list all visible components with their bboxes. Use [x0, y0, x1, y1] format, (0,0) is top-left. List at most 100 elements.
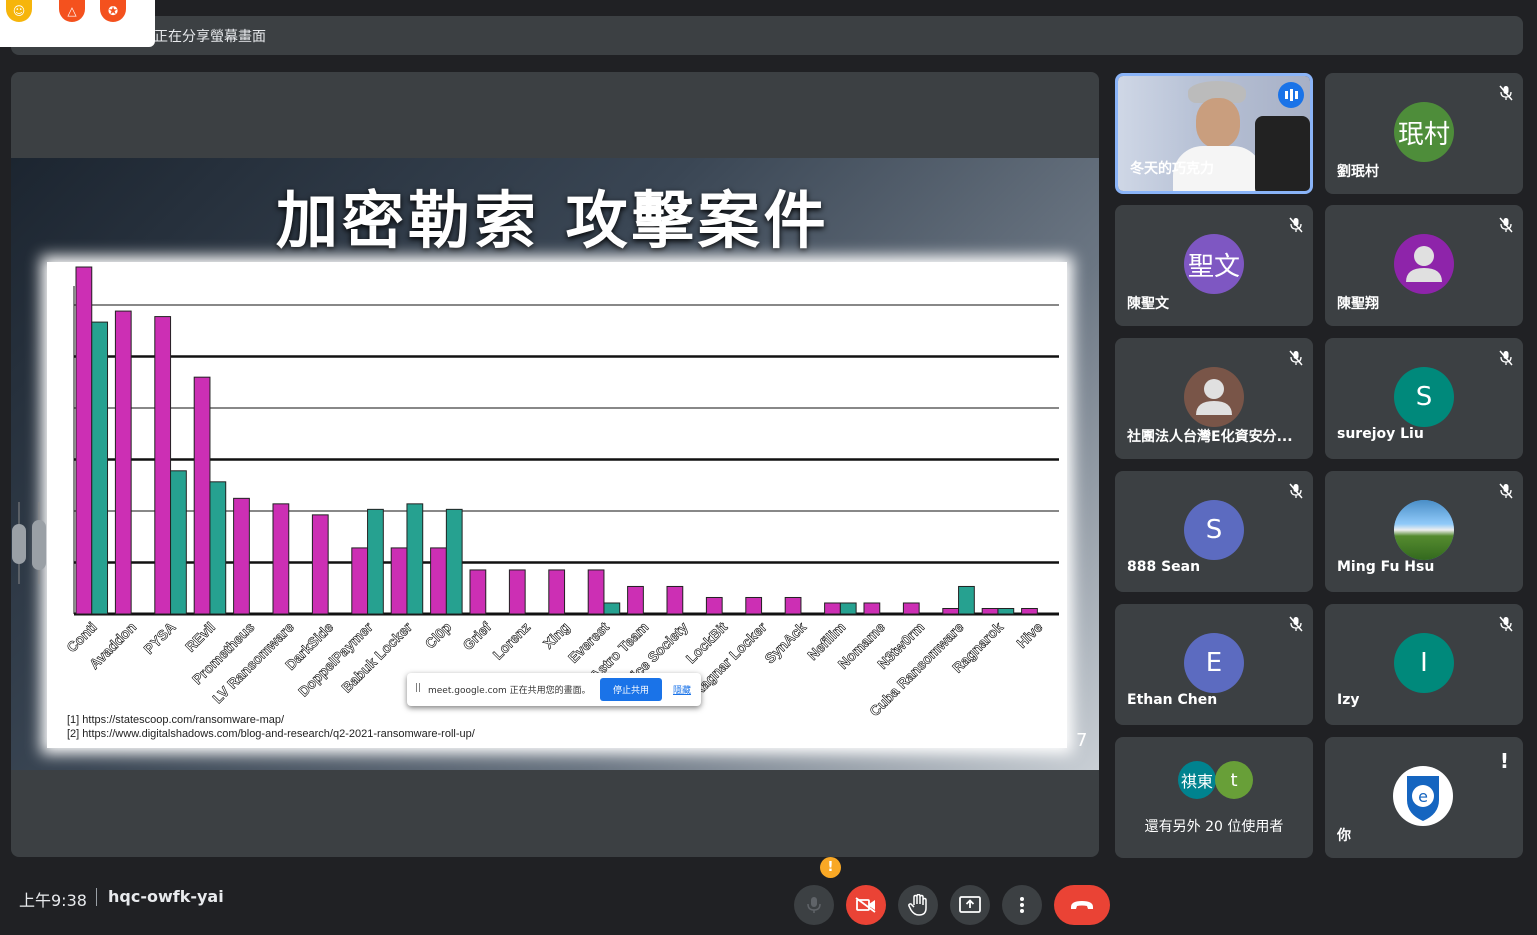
participant-name: Ming Fu Hsu [1337, 559, 1435, 575]
present-button[interactable] [950, 885, 990, 925]
participant-tile[interactable]: Ming Fu Hsu [1325, 471, 1523, 592]
bar [839, 602, 857, 615]
warning-icon[interactable]: ! [820, 857, 841, 878]
bar [981, 607, 999, 615]
stage-scroll-handles[interactable] [11, 502, 51, 584]
extension-icon-1[interactable]: ☺ [6, 0, 32, 22]
person-icon [1406, 246, 1442, 282]
bar [666, 585, 684, 615]
bar [209, 481, 227, 615]
avatar-initials: S [1205, 515, 1223, 545]
avatar [1394, 500, 1454, 560]
mic-off-icon [1289, 350, 1303, 366]
microphone-button[interactable] [794, 885, 834, 925]
extension-popup: ☺ △ ✪ [0, 0, 155, 47]
avatar [1394, 234, 1454, 294]
bar [114, 310, 132, 615]
avatar: I [1394, 633, 1454, 693]
hide-link[interactable]: 隱藏 [673, 683, 691, 696]
extension-icon-2[interactable]: △ [59, 0, 85, 22]
bar [311, 514, 329, 615]
avatar: S [1184, 500, 1244, 560]
participant-tile[interactable]: 社團法人台灣E化資安分... [1115, 338, 1313, 459]
bar [603, 602, 621, 615]
presentation-stage: 加密勒索 攻擊案件 Conti Avaddon PYSA REvil Prometheu… [11, 72, 1099, 857]
participant-tile[interactable]: S 888 Sean [1115, 471, 1313, 592]
tick-label: SynAck [761, 619, 809, 667]
tick-label: Babuk Locker [338, 618, 415, 695]
bar [91, 321, 109, 615]
bar [233, 497, 250, 615]
self-tile[interactable]: e 你 ! [1325, 737, 1523, 858]
tick-label: Lorenz [490, 619, 534, 663]
participant-name: Ethan Chen [1127, 692, 1218, 708]
avatar: t [1215, 761, 1253, 799]
bar [170, 470, 187, 615]
sharing-label: 正在分享螢幕畫面 [154, 29, 266, 45]
mic-off-icon [1499, 350, 1513, 366]
bar [745, 596, 763, 615]
present-screen-icon [959, 896, 981, 913]
microphone-icon [807, 897, 821, 913]
bar [75, 266, 93, 615]
mic-off-icon [1289, 217, 1303, 233]
bar [627, 585, 644, 615]
share-bar-text: meet.google.com 正在共用您的畫面。 [428, 686, 591, 696]
participant-name: 社團法人台灣E化資安分... [1127, 429, 1293, 445]
bar [367, 508, 384, 615]
avatar: S [1394, 367, 1454, 427]
clock: 上午9:38 [19, 891, 87, 910]
mic-off-icon [1499, 85, 1513, 101]
extension-icon-3[interactable]: ✪ [100, 0, 126, 22]
bar [469, 569, 487, 615]
participant-tile[interactable]: S surejoy Liu [1325, 338, 1523, 459]
reference-text: [1] https://statescoop.com/ransomware-ma… [67, 714, 285, 726]
drag-handle-icon[interactable]: || [415, 683, 421, 693]
participant-name: 陳聖翔 [1337, 296, 1379, 312]
person-icon [1196, 379, 1232, 415]
tick-label: Hive [1013, 619, 1045, 651]
hand-icon [908, 894, 927, 916]
slide-number: 7 [1076, 730, 1088, 751]
bar [902, 602, 920, 615]
raise-hand-button[interactable] [898, 885, 938, 925]
avatar: 聖文 [1184, 234, 1244, 294]
bar [193, 376, 211, 615]
participant-tile[interactable]: 珉村 劉珉村 [1325, 73, 1523, 194]
bar [406, 503, 424, 615]
bar [863, 602, 881, 615]
participant-name: surejoy Liu [1337, 426, 1424, 442]
bar [390, 547, 408, 615]
participant-tile[interactable]: 陳聖翔 [1325, 205, 1523, 326]
bar [154, 316, 172, 615]
more-participants-tile[interactable]: 祺東 t 還有另外 20 位使用者 [1115, 737, 1313, 858]
camera-button[interactable] [846, 885, 886, 925]
leave-call-button[interactable] [1054, 885, 1110, 925]
shield-logo: e [1393, 766, 1453, 826]
avatar-photo [1394, 500, 1454, 560]
svg-text:e: e [1418, 787, 1428, 806]
hang-up-icon [1071, 901, 1093, 909]
bar [445, 508, 463, 615]
slide-title: 加密勒索 攻擊案件 [276, 184, 830, 257]
mic-off-icon [1289, 616, 1303, 632]
bar [824, 602, 841, 615]
bar [958, 585, 975, 615]
more-participants-label: 還有另外 20 位使用者 [1144, 819, 1284, 835]
participant-tile[interactable]: 聖文 陳聖文 [1115, 205, 1313, 326]
stop-sharing-button[interactable]: 停止共用 [600, 678, 662, 701]
mic-off-icon [1499, 616, 1513, 632]
more-options-button[interactable] [1002, 885, 1042, 925]
participant-tile[interactable]: 冬天的巧克力 [1115, 73, 1313, 194]
tick-label: Grief [459, 619, 494, 654]
participant-tile[interactable]: E Ethan Chen [1115, 604, 1313, 725]
bar [508, 569, 526, 615]
meeting-code[interactable]: hqc-owfk-yai [108, 887, 224, 906]
avatar-initials: S [1415, 382, 1433, 412]
participant-name: Izy [1337, 692, 1360, 708]
bar [705, 596, 723, 615]
screen-share-bar: || meet.google.com 正在共用您的畫面。 停止共用 隱藏 [407, 673, 701, 706]
participant-tile[interactable]: I Izy [1325, 604, 1523, 725]
avatar-initials: 聖文 [1187, 251, 1240, 282]
reference-text: [2] https://www.digitalshadows.com/blog-… [67, 728, 476, 740]
